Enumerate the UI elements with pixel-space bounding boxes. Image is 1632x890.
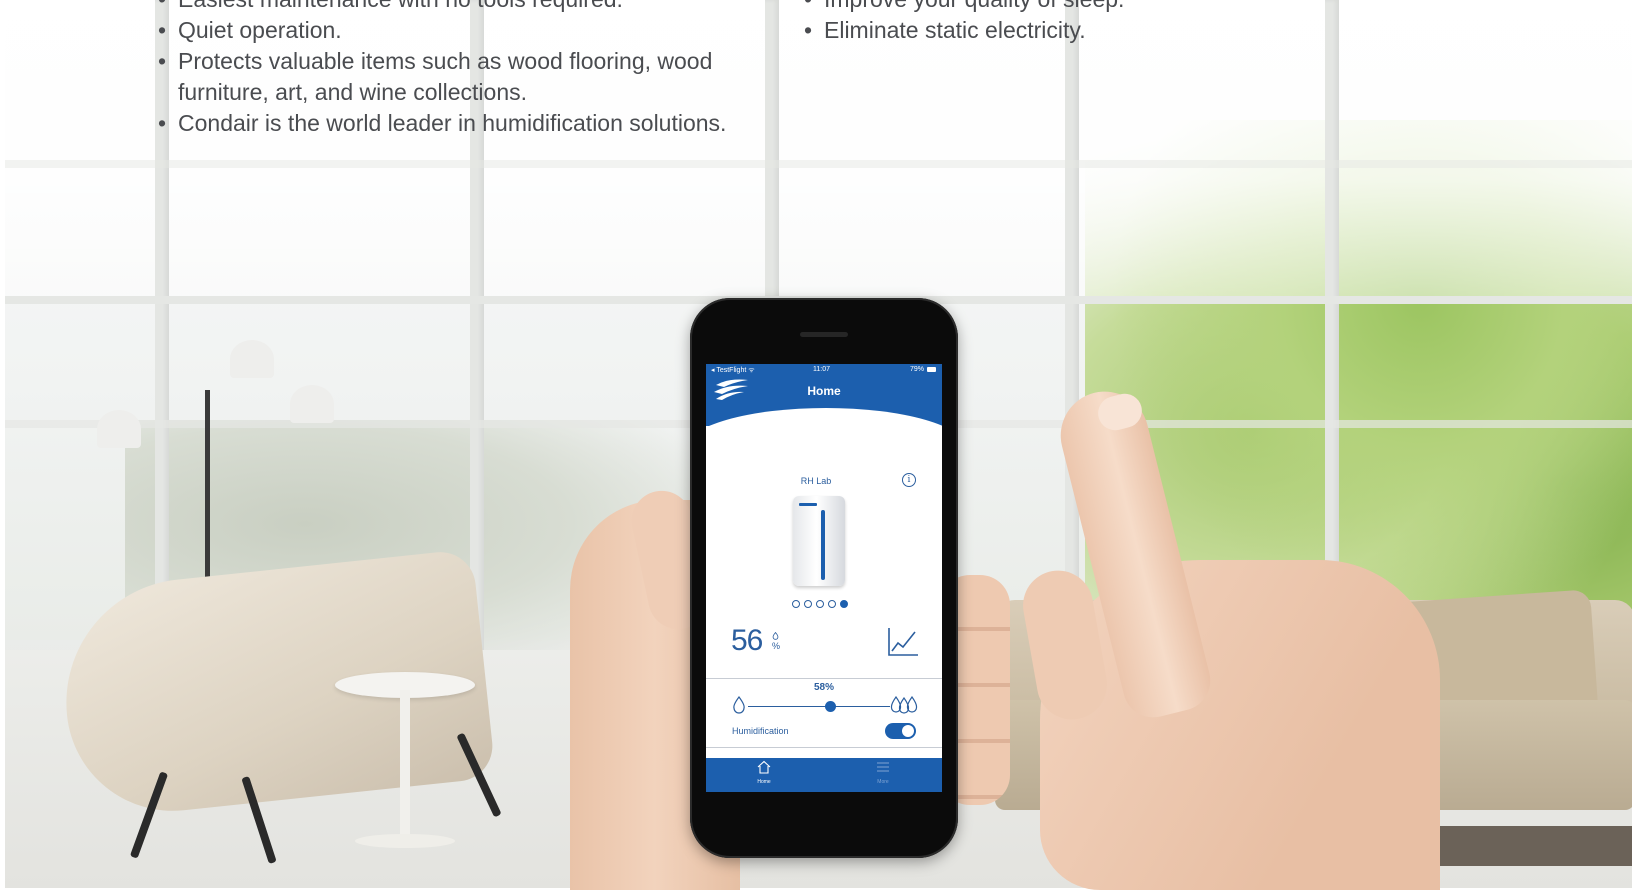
high-humidity-icon <box>890 696 918 714</box>
humidity-slider-handle[interactable] <box>824 701 836 712</box>
humidity-reading: 56 <box>731 624 763 657</box>
info-icon[interactable]: i <box>902 473 916 487</box>
feature-list-right: Improve your quality of sleep. Eliminate… <box>804 0 1324 46</box>
feature-item: Easiest maintenance with no tools requir… <box>158 0 778 15</box>
humidification-toggle[interactable] <box>885 723 916 739</box>
humidity-unit: % <box>772 631 781 651</box>
window-frame <box>1065 0 1079 660</box>
feature-item: Quiet operation. <box>158 15 778 46</box>
side-table-stem <box>400 690 410 840</box>
droplet-icon <box>772 631 779 640</box>
humidification-label: Humidification <box>732 726 789 736</box>
lamp-shade <box>230 340 274 378</box>
right-hand <box>1040 560 1440 890</box>
feature-list-left: Easiest maintenance with no tools requir… <box>158 0 778 139</box>
carousel-dots[interactable] <box>792 600 848 608</box>
carousel-dot[interactable] <box>816 600 824 608</box>
humidifier-device-image[interactable] <box>793 496 845 586</box>
device-stripe <box>821 510 825 580</box>
humidity-slider-track[interactable] <box>748 706 890 707</box>
carousel-dot[interactable] <box>792 600 800 608</box>
app-title: Home <box>807 384 841 398</box>
coffee-table <box>1425 826 1632 866</box>
smartphone: ◂ TestFlight ᯤ 11:07 79% Home RH Lab i 5… <box>690 298 958 858</box>
feature-item: Condair is the world leader in humidific… <box>158 108 778 139</box>
low-humidity-icon <box>733 696 745 714</box>
device-logo <box>799 503 817 506</box>
tab-more[interactable]: More <box>863 760 903 786</box>
setpoint-value: 58% <box>813 682 834 693</box>
device-name: RH Lab <box>800 476 832 486</box>
carousel-dot[interactable] <box>828 600 836 608</box>
trend-chart-icon[interactable] <box>886 626 920 658</box>
divider <box>706 747 942 748</box>
menu-icon <box>877 762 889 772</box>
side-table-base <box>355 834 455 848</box>
toggle-knob <box>902 725 914 737</box>
feature-item: Improve your quality of sleep. <box>804 0 1324 15</box>
lamp-shade <box>290 385 334 423</box>
tab-label: More <box>877 779 889 785</box>
status-carrier: ◂ TestFlight ᯤ <box>711 367 755 374</box>
feature-item: Eliminate static electricity. <box>804 15 1324 46</box>
lamp-shade <box>97 410 141 448</box>
humidity-unit-label: % <box>772 641 781 651</box>
window-frame <box>5 160 1632 168</box>
feature-item: Protects valuable items such as wood flo… <box>158 46 778 108</box>
carousel-dot[interactable] <box>804 600 812 608</box>
floor-lamp <box>205 390 210 580</box>
status-battery: 79% <box>909 366 924 373</box>
status-time: 11:07 <box>813 366 830 373</box>
home-icon <box>757 760 771 774</box>
tab-label: Home <box>757 779 771 785</box>
divider <box>706 678 942 679</box>
app-screen: ◂ TestFlight ᯤ 11:07 79% Home RH Lab i 5… <box>706 364 942 792</box>
battery-icon <box>927 367 936 372</box>
tab-home[interactable]: Home <box>744 760 784 786</box>
bottom-tab-bar: Home More <box>706 758 942 792</box>
carousel-dot-active[interactable] <box>840 600 848 608</box>
phone-speaker <box>800 332 848 337</box>
